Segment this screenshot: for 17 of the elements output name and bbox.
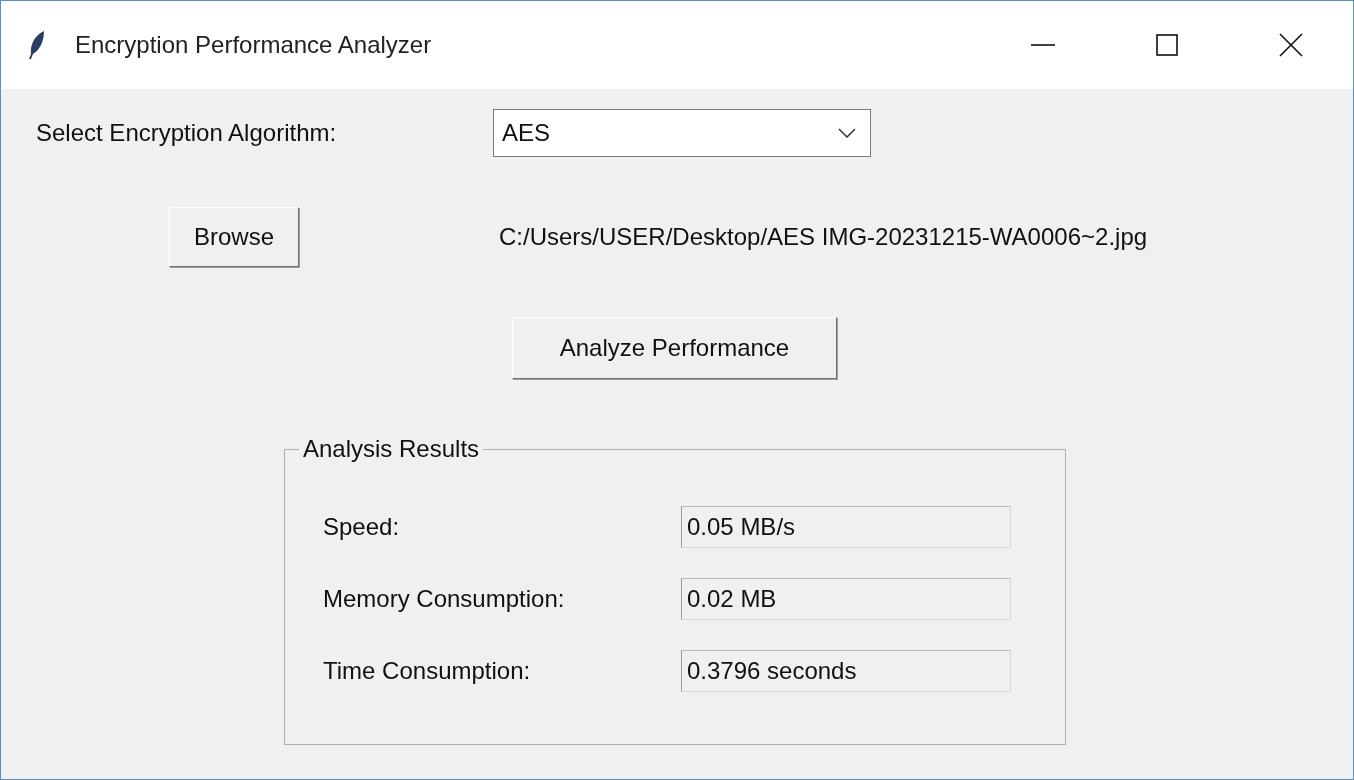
file-path: C:/Users/USER/Desktop/AES IMG-20231215-WA0006~2.jpg (499, 223, 1148, 251)
close-icon (1278, 32, 1304, 58)
window-title: Encryption Performance Analyzer (75, 31, 433, 59)
analyze-button[interactable]: Analyze Performance (512, 317, 837, 379)
algorithm-label: Select Encryption Algorithm: (36, 119, 338, 147)
chevron-down-icon (838, 128, 856, 138)
result-field: 0.02 MB (681, 578, 1011, 620)
result-field: 0.05 MB/s (681, 506, 1011, 548)
browse-button[interactable]: Browse (169, 207, 299, 267)
result-label: Speed: (323, 513, 401, 541)
maximize-icon (1154, 32, 1180, 58)
minimize-icon (1030, 44, 1056, 46)
result-field: 0.3796 seconds (681, 650, 1011, 692)
result-label: Time Consumption: (323, 657, 532, 685)
feather-icon (27, 30, 47, 60)
result-label: Memory Consumption: (323, 585, 566, 613)
algorithm-dropdown[interactable]: AES (493, 109, 871, 157)
